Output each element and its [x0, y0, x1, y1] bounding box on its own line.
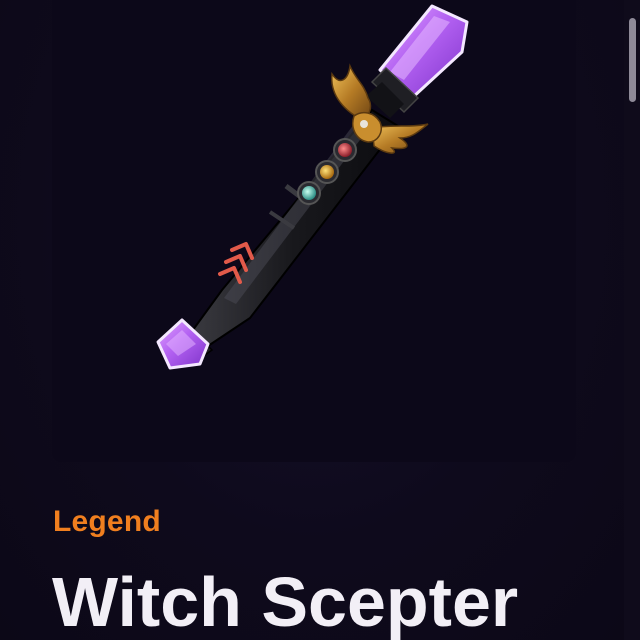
- item-title: Witch Scepter: [52, 563, 519, 640]
- scrollbar-thumb[interactable]: [629, 18, 636, 102]
- scepter-shaft: [189, 109, 399, 349]
- witch-scepter-icon: [156, 4, 469, 370]
- item-panel: Legend Witch Scepter: [0, 0, 624, 640]
- item-view: Legend Witch Scepter: [0, 0, 640, 640]
- rarity-label: Legend: [53, 505, 161, 538]
- scrollbar[interactable]: [624, 0, 640, 640]
